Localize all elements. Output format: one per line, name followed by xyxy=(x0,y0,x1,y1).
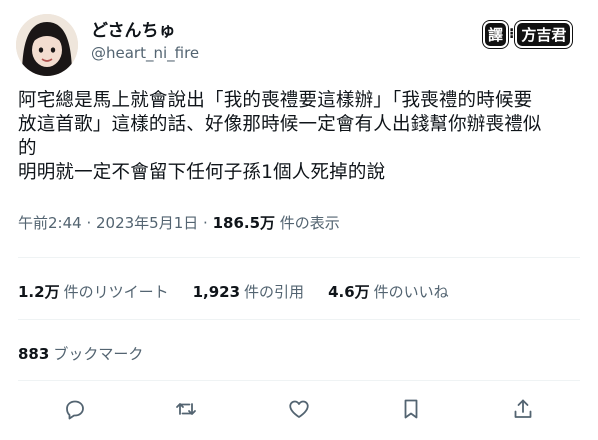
translator-stamp: 譯 ⁝ 方吉君 xyxy=(485,22,571,46)
divider xyxy=(18,380,580,381)
bookmarks-label: ブックマーク xyxy=(53,345,144,363)
share-icon xyxy=(514,399,532,418)
tweet-text-line: 明明就一定不會留下任何子孫1個人死掉的說 xyxy=(18,162,386,183)
avatar[interactable] xyxy=(16,14,78,76)
likes-stat[interactable]: 4.6万 件のいいね xyxy=(328,281,449,302)
tweet-date[interactable]: 2023年5月1日 xyxy=(96,214,198,232)
tweet-time[interactable]: 午前2:44 xyxy=(18,214,82,232)
tweet-meta: 午前2:44 · 2023年5月1日 · 186.5万 件の表示 xyxy=(18,212,340,233)
retweets-count: 1.2万 xyxy=(18,283,60,301)
engagement-stats: 1.2万 件のリツイート 1,923 件の引用 4.6万 件のいいね xyxy=(18,281,473,302)
retweets-stat[interactable]: 1.2万 件のリツイート xyxy=(18,281,169,302)
tweet-text-line: 的 xyxy=(18,138,37,159)
author-handle[interactable]: @heart_ni_fire xyxy=(91,44,199,62)
views-count: 186.5万 xyxy=(212,214,276,232)
divider xyxy=(18,257,580,258)
retweet-icon xyxy=(176,403,196,415)
tweet-text-line: 阿宅總是馬上就會說出「我的喪禮要這樣辦」「我喪禮的時候要 xyxy=(18,90,533,111)
avatar-image xyxy=(16,14,78,76)
divider xyxy=(18,319,580,320)
tweet-text-line: 放這首歌」這樣的話、好像那時候一定會有人出錢幫你辦喪禮似 xyxy=(18,114,542,135)
retweet-button[interactable] xyxy=(173,396,199,422)
share-button[interactable] xyxy=(510,396,536,422)
bookmark-button[interactable] xyxy=(398,396,424,422)
translator-stamp-separator: ⁝ xyxy=(509,26,515,42)
views-label: 件の表示 xyxy=(275,214,340,232)
reply-button[interactable] xyxy=(62,396,88,422)
bookmarks-count: 883 xyxy=(18,345,50,363)
like-button[interactable] xyxy=(286,396,312,422)
quotes-count: 1,923 xyxy=(192,283,241,301)
author-display-name[interactable]: どさんちゅ xyxy=(91,16,176,41)
translator-stamp-name: 方吉君 xyxy=(517,22,571,46)
translator-stamp-label: 譯 xyxy=(485,22,507,46)
like-icon xyxy=(289,400,309,418)
quotes-stat[interactable]: 1,923 件の引用 xyxy=(193,281,304,302)
likes-count: 4.6万 xyxy=(328,283,370,301)
meta-separator: · xyxy=(198,214,213,232)
tweet-action-bar xyxy=(0,396,598,428)
bookmark-icon xyxy=(404,399,418,419)
meta-separator: · xyxy=(81,214,96,232)
tweet-text: 阿宅總是馬上就會說出「我的喪禮要這樣辦」「我喪禮的時候要 放這首歌」這樣的話、好… xyxy=(18,89,590,185)
quotes-label: 件の引用 xyxy=(244,283,305,301)
retweets-label: 件のリツイート xyxy=(63,283,169,301)
reply-icon xyxy=(66,400,84,420)
likes-label: 件のいいね xyxy=(373,283,449,301)
bookmarks-stat[interactable]: 883 ブックマーク xyxy=(18,343,143,364)
